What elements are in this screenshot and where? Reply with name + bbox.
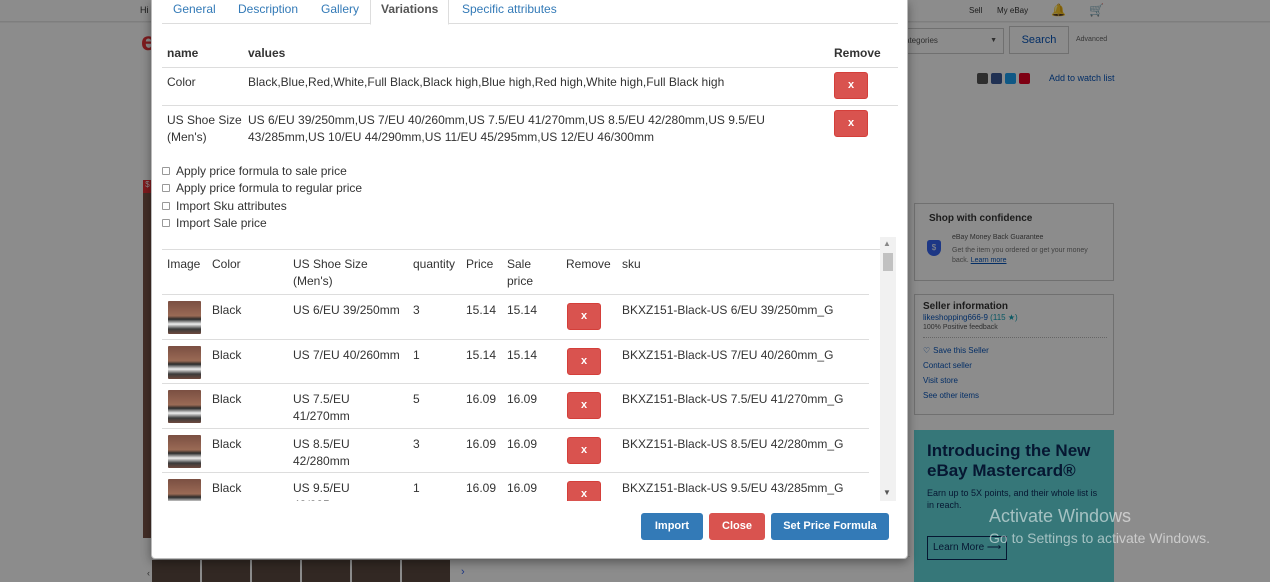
sku-price: 15.14 — [466, 303, 497, 317]
sku-table[interactable]: Image Color US Shoe Size (Men's) quantit… — [162, 249, 888, 501]
sku-code: BKXZ151-Black-US 6/EU 39/250mm_G — [622, 303, 834, 317]
col-image: Image — [167, 257, 201, 271]
checkbox[interactable] — [162, 184, 170, 193]
sku-color: Black — [212, 392, 242, 406]
product-thumbnail — [168, 434, 201, 468]
sku-size: US 7/EU 40/260mm — [293, 347, 400, 362]
checkbox[interactable] — [162, 201, 170, 210]
activate-windows-subtitle: Go to Settings to activate Windows. — [989, 530, 1210, 546]
variations-table: name values Remove Color Black,Blue,Red,… — [162, 38, 898, 154]
sku-color: Black — [212, 303, 242, 317]
sku-table-scrollbar[interactable]: ▲ ▼ — [880, 237, 896, 501]
sku-sale-price: 15.14 — [507, 347, 538, 362]
sku-sale-price: 16.09 — [507, 481, 538, 495]
sku-code: BKXZ151-Black-US 7/EU 40/260mm_G — [622, 347, 834, 362]
sku-code: BKXZ151-Black-US 9.5/EU 43/285mm_G — [622, 481, 844, 495]
option-import-sku-attributes[interactable]: Import Sku attributes — [162, 197, 362, 215]
option-label: Apply price formula to regular price — [176, 181, 363, 196]
option-label: Import Sale price — [176, 216, 267, 231]
tab-specific-attributes[interactable]: Specific attributes — [462, 0, 557, 24]
tab-bar: General Description Gallery Variations S… — [162, 0, 898, 25]
remove-variation-button[interactable]: x — [834, 110, 868, 137]
sku-row: Black US 9.5/EU 43/285mm 1 16.09 16.09 x… — [162, 473, 869, 501]
sku-quantity: 1 — [413, 347, 420, 362]
sku-row: Black US 7/EU 40/260mm 1 15.14 15.14 x B… — [162, 340, 869, 384]
col-color: Color — [212, 257, 241, 271]
activate-windows-title: Activate Windows — [989, 506, 1132, 526]
variation-values: US 6/EU 39/250mm,US 7/EU 40/260mm,US 7.5… — [248, 113, 765, 144]
checkbox[interactable] — [162, 166, 170, 175]
remove-sku-button[interactable]: x — [567, 303, 601, 330]
sku-size: US 8.5/EU 42/280mm — [293, 436, 350, 468]
sku-price: 15.14 — [466, 347, 497, 362]
remove-sku-button[interactable]: x — [567, 436, 601, 464]
sku-sale-price: 16.09 — [507, 436, 538, 451]
col-values: values — [248, 46, 286, 60]
option-regular-price-formula[interactable]: Apply price formula to regular price — [162, 180, 362, 198]
scrollbar-thumb[interactable] — [883, 253, 893, 271]
sku-quantity: 5 — [413, 392, 420, 406]
sku-sale-price: 15.14 — [507, 303, 538, 317]
variation-row: Color Black,Blue,Red,White,Full Black,Bl… — [162, 68, 898, 106]
variation-name: Color — [167, 75, 196, 89]
sku-size: US 7.5/EU 41/270mm — [293, 392, 350, 423]
sku-size: US 9.5/EU 43/285mm — [293, 481, 350, 501]
tab-general[interactable]: General — [173, 0, 216, 24]
col-name: name — [167, 46, 199, 60]
option-label: Apply price formula to sale price — [176, 163, 347, 178]
sku-row: Black US 7.5/EU 41/270mm 5 16.09 16.09 x… — [162, 384, 869, 429]
sku-quantity: 3 — [413, 436, 420, 451]
option-import-sale-price[interactable]: Import Sale price — [162, 215, 362, 233]
col-remove: Remove — [834, 46, 881, 60]
col-price: Price — [466, 257, 494, 271]
option-sale-price-formula[interactable]: Apply price formula to sale price — [162, 162, 362, 180]
variation-values: Black,Blue,Red,White,Full Black,Black hi… — [248, 75, 725, 89]
close-button[interactable]: Close — [709, 513, 765, 540]
sku-price: 16.09 — [466, 392, 497, 406]
product-thumbnail — [168, 390, 201, 423]
option-label: Import Sku attributes — [176, 198, 287, 213]
col-quantity: quantity — [413, 257, 456, 271]
sku-color: Black — [212, 436, 242, 451]
variation-row: US Shoe Size (Men's) US 6/EU 39/250mm,US… — [162, 106, 898, 154]
sku-code: BKXZ151-Black-US 8.5/EU 42/280mm_G — [622, 436, 844, 451]
sku-size: US 6/EU 39/250mm — [293, 303, 400, 317]
scroll-up-icon[interactable]: ▲ — [883, 239, 891, 248]
tab-description[interactable]: Description — [238, 0, 298, 24]
variations-header: name values Remove — [162, 38, 898, 68]
col-sku: sku — [622, 257, 641, 271]
sku-color: Black — [212, 481, 242, 495]
remove-sku-button[interactable]: x — [567, 481, 601, 501]
sku-sale-price: 16.09 — [507, 392, 538, 406]
col-size: US Shoe Size (Men's) — [293, 257, 368, 288]
col-sale-price: Sale price — [507, 257, 534, 288]
product-thumbnail — [168, 301, 201, 334]
product-thumbnail — [168, 479, 201, 501]
remove-variation-button[interactable]: x — [834, 72, 868, 99]
variation-name: US Shoe Size (Men's) — [167, 113, 242, 144]
scroll-down-icon[interactable]: ▼ — [883, 488, 891, 497]
tab-variations[interactable]: Variations — [370, 0, 450, 25]
sku-quantity: 1 — [413, 481, 420, 495]
sku-color: Black — [212, 347, 242, 362]
sku-price: 16.09 — [466, 481, 497, 495]
sku-row: Black US 8.5/EU 42/280mm 3 16.09 16.09 x… — [162, 429, 869, 473]
set-price-formula-button[interactable]: Set Price Formula — [771, 513, 889, 540]
sku-quantity: 3 — [413, 303, 420, 317]
remove-sku-button[interactable]: x — [567, 347, 601, 375]
import-button[interactable]: Import — [641, 513, 703, 540]
product-thumbnail — [168, 345, 201, 379]
sku-price: 16.09 — [466, 436, 497, 451]
tab-gallery[interactable]: Gallery — [321, 0, 359, 24]
product-import-modal: General Description Gallery Variations S… — [151, 0, 908, 559]
sku-row: Black US 6/EU 39/250mm 3 15.14 15.14 x B… — [162, 295, 869, 340]
col-remove: Remove — [566, 257, 611, 271]
import-options: Apply price formula to sale price Apply … — [162, 162, 362, 232]
remove-sku-button[interactable]: x — [567, 392, 601, 419]
sku-code: BKXZ151-Black-US 7.5/EU 41/270mm_G — [622, 392, 844, 406]
sku-header: Image Color US Shoe Size (Men's) quantit… — [162, 250, 869, 295]
checkbox[interactable] — [162, 219, 170, 228]
